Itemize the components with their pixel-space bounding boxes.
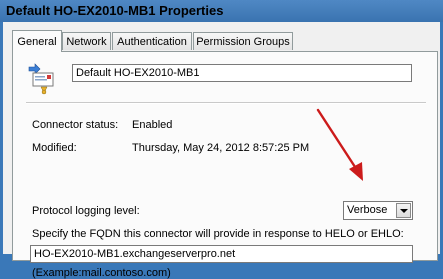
dropdown-arrow-icon[interactable] <box>396 203 411 218</box>
receive-connector-icon <box>28 61 56 95</box>
tab-permission-groups-label: Permission Groups <box>196 36 290 48</box>
general-tab-panel: Default HO-EX2010-MB1 Connector status: … <box>12 51 438 279</box>
connector-status-label: Connector status: <box>32 119 119 131</box>
tab-general[interactable]: General <box>12 30 62 52</box>
window-title: Default HO-EX2010-MB1 Properties <box>6 3 224 18</box>
tab-network-label: Network <box>66 36 107 48</box>
dialog-body: General Network Authentication Permissio… <box>3 22 440 279</box>
fqdn-label: Specify the FQDN this connector will pro… <box>32 228 404 240</box>
connector-status-value: Enabled <box>132 119 173 131</box>
protocol-logging-select[interactable]: Verbose <box>343 201 413 220</box>
modified-value: Thursday, May 24, 2012 8:57:25 PM <box>132 142 310 154</box>
modified-label: Modified: <box>32 142 77 154</box>
tab-strip: General Network Authentication Permissio… <box>12 30 432 52</box>
example-text: (Example:mail.contoso.com) <box>32 267 171 279</box>
tab-permission-groups[interactable]: Permission Groups <box>193 32 293 50</box>
separator <box>26 102 426 104</box>
fqdn-input[interactable]: HO-EX2010-MB1.exchangeserverpro.net <box>30 245 413 263</box>
connector-name-input[interactable]: Default HO-EX2010-MB1 <box>72 64 412 82</box>
protocol-logging-label: Protocol logging level: <box>32 205 140 217</box>
tab-general-label: General <box>17 36 57 48</box>
protocol-logging-value: Verbose <box>347 204 388 216</box>
tab-network[interactable]: Network <box>62 32 111 50</box>
title-bar[interactable]: Default HO-EX2010-MB1 Properties <box>0 0 443 22</box>
tab-authentication-label: Authentication <box>117 36 187 48</box>
tab-authentication[interactable]: Authentication <box>112 32 192 50</box>
